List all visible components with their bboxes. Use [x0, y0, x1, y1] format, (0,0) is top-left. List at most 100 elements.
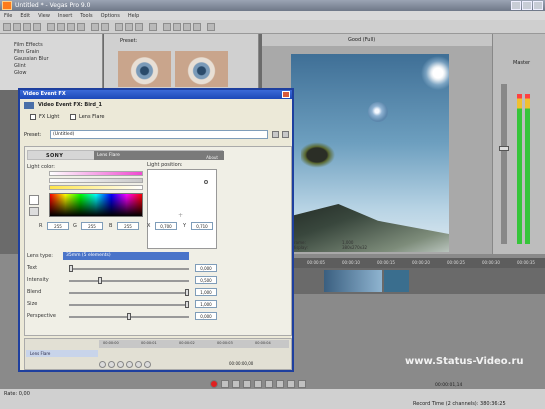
list-item[interactable]: Film Effects — [0, 42, 102, 49]
slider-track[interactable] — [69, 277, 189, 284]
eyedropper-icon[interactable] — [29, 207, 39, 216]
new-icon[interactable] — [3, 23, 11, 31]
menu-insert[interactable]: Insert — [58, 13, 72, 19]
video-clip[interactable] — [324, 270, 382, 292]
delete-preset-icon[interactable] — [282, 131, 289, 138]
video-track[interactable] — [290, 268, 545, 294]
plugin-chain: FX Light Lens Flare — [24, 112, 292, 122]
help-icon[interactable] — [207, 23, 215, 31]
ripple-icon[interactable] — [135, 23, 143, 31]
fx-light-checkbox[interactable] — [30, 114, 36, 120]
prev-frame-button[interactable] — [276, 380, 284, 388]
save-icon[interactable] — [23, 23, 31, 31]
lens-flare-checkbox[interactable] — [70, 114, 76, 120]
light-position-handle[interactable] — [204, 180, 208, 184]
paste-icon[interactable] — [77, 23, 85, 31]
chain-item[interactable]: Lens Flare — [79, 114, 105, 120]
prev-keyframe-button[interactable] — [108, 361, 115, 368]
add-keyframe-button[interactable] — [117, 361, 124, 368]
first-keyframe-button[interactable] — [99, 361, 106, 368]
loop-button[interactable] — [221, 380, 229, 388]
maximize-button[interactable] — [522, 1, 532, 10]
saturation-bar[interactable] — [49, 178, 143, 183]
slider-knob[interactable] — [69, 265, 73, 272]
stop-button[interactable] — [265, 380, 273, 388]
delete-keyframe-button[interactable] — [126, 361, 133, 368]
chain-item[interactable]: FX Light — [39, 114, 59, 120]
render-icon[interactable] — [47, 23, 55, 31]
last-keyframe-button[interactable] — [144, 361, 151, 368]
slider-track[interactable] — [69, 313, 189, 320]
dialog-close-button[interactable] — [282, 91, 290, 98]
preset-dropdown[interactable]: (Untitled) — [50, 130, 268, 139]
save-preset-icon[interactable] — [272, 131, 279, 138]
master-fader[interactable] — [499, 84, 509, 244]
slider-track[interactable] — [69, 289, 189, 296]
next-keyframe-button[interactable] — [135, 361, 142, 368]
slider-knob[interactable] — [98, 277, 102, 284]
color-swatch[interactable] — [29, 195, 39, 205]
menu-options[interactable]: Options — [101, 13, 120, 19]
slider-knob[interactable] — [185, 289, 189, 296]
play-button[interactable] — [243, 380, 251, 388]
hue-bar[interactable] — [49, 171, 143, 176]
blue-value[interactable]: 255 — [117, 222, 139, 230]
copy-icon[interactable] — [67, 23, 75, 31]
go-to-end-button[interactable] — [298, 380, 306, 388]
record-button[interactable] — [210, 380, 218, 388]
title-bar: Untitled * - Vegas Pro 9.0 — [0, 0, 545, 11]
slider-track[interactable] — [69, 301, 189, 308]
list-item[interactable]: Glint — [0, 63, 102, 70]
green-value[interactable]: 255 — [81, 222, 103, 230]
slider-value[interactable]: 1,000 — [195, 300, 217, 308]
menu-edit[interactable]: Edit — [20, 13, 30, 19]
undo-icon[interactable] — [91, 23, 99, 31]
slider-track[interactable] — [69, 265, 189, 272]
next-frame-button[interactable] — [287, 380, 295, 388]
brightness-bar[interactable] — [49, 185, 143, 190]
lock-icon[interactable] — [149, 23, 157, 31]
close-button[interactable] — [533, 1, 543, 10]
cut-icon[interactable] — [57, 23, 65, 31]
snapping-icon[interactable] — [115, 23, 123, 31]
red-value[interactable]: 255 — [47, 222, 69, 230]
menu-view[interactable]: View — [38, 13, 50, 19]
light-position-pad[interactable]: + — [147, 169, 217, 249]
zoom-tool-icon[interactable] — [193, 23, 201, 31]
fader-knob[interactable] — [499, 146, 509, 151]
position-y-value[interactable]: 0,710 — [191, 222, 213, 230]
preview-quality[interactable]: Good (Full) — [348, 37, 375, 43]
list-item[interactable]: Glow — [0, 70, 102, 77]
open-icon[interactable] — [13, 23, 21, 31]
slider-value[interactable]: 1,000 — [195, 288, 217, 296]
lens-type-dropdown[interactable]: 35mm (5 elements) — [63, 252, 189, 260]
properties-icon[interactable] — [33, 23, 41, 31]
pause-button[interactable] — [254, 380, 262, 388]
slider-knob[interactable] — [127, 313, 131, 320]
menu-file[interactable]: File — [4, 13, 12, 19]
redo-icon[interactable] — [101, 23, 109, 31]
preset-thumbnail[interactable] — [118, 51, 171, 87]
slider-value[interactable]: 0,000 — [195, 264, 217, 272]
preset-thumbnail[interactable] — [175, 51, 228, 87]
dialog-title[interactable]: Video Event FX — [20, 90, 292, 99]
keyframe-ruler[interactable]: 00:00:00 00:00:01 00:00:02 00:00:03 00:0… — [99, 340, 289, 348]
minimize-button[interactable] — [511, 1, 521, 10]
menu-help[interactable]: Help — [128, 13, 139, 19]
menu-tools[interactable]: Tools — [80, 13, 92, 19]
play-from-start-button[interactable] — [232, 380, 240, 388]
slider-knob[interactable] — [185, 301, 189, 308]
keyframe-row-label[interactable]: Lens Flare — [26, 350, 98, 357]
selection-tool-icon[interactable] — [183, 23, 191, 31]
list-item[interactable]: Gaussian Blur — [0, 56, 102, 63]
slider-value[interactable]: 0,000 — [195, 312, 217, 320]
autocrossfade-icon[interactable] — [125, 23, 133, 31]
slider-value[interactable]: 0,500 — [195, 276, 217, 284]
about-link[interactable]: About — [206, 153, 218, 162]
video-clip[interactable] — [384, 270, 409, 292]
normal-edit-tool-icon[interactable] — [163, 23, 171, 31]
envelope-tool-icon[interactable] — [173, 23, 181, 31]
position-x-value[interactable]: 0,700 — [155, 222, 177, 230]
list-item[interactable]: Film Grain — [0, 49, 102, 56]
color-palette[interactable] — [49, 193, 143, 217]
